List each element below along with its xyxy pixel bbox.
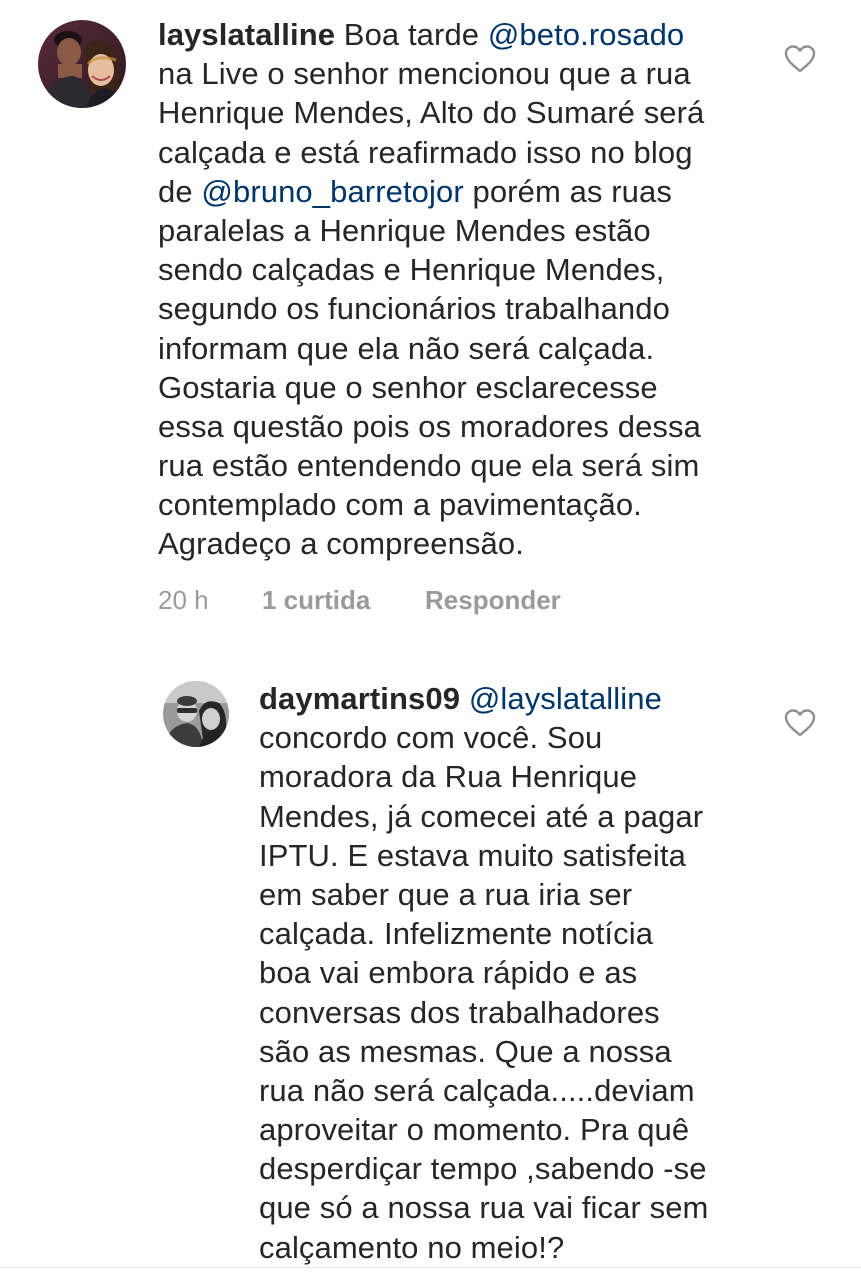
- mention-link[interactable]: @bruno_barretojor: [201, 174, 463, 209]
- comment-text: daymartins09 @layslatalline concordo com…: [259, 681, 709, 1265]
- reply-button[interactable]: Responder: [425, 585, 561, 616]
- avatar[interactable]: [38, 20, 126, 108]
- comment-username[interactable]: layslatalline: [158, 17, 335, 52]
- likes-count[interactable]: 1 curtida: [262, 585, 370, 616]
- comment-username[interactable]: daymartins09: [259, 681, 460, 716]
- heart-outline-icon: [784, 709, 816, 737]
- avatar[interactable]: [163, 681, 229, 747]
- mention-link[interactable]: @beto.rosado: [488, 17, 684, 52]
- profile-photo-couple-icon: [38, 20, 126, 108]
- bottom-divider: [0, 1267, 861, 1280]
- like-button[interactable]: [784, 44, 816, 74]
- comment-timestamp: 20 h: [158, 585, 209, 615]
- like-button[interactable]: [784, 708, 816, 738]
- mention-link[interactable]: @layslatalline: [469, 681, 662, 716]
- heart-outline-icon: [784, 45, 816, 73]
- comment-text: layslatalline Boa tarde @beto.rosado na …: [158, 17, 705, 562]
- profile-photo-grayscale-icon: [163, 681, 229, 747]
